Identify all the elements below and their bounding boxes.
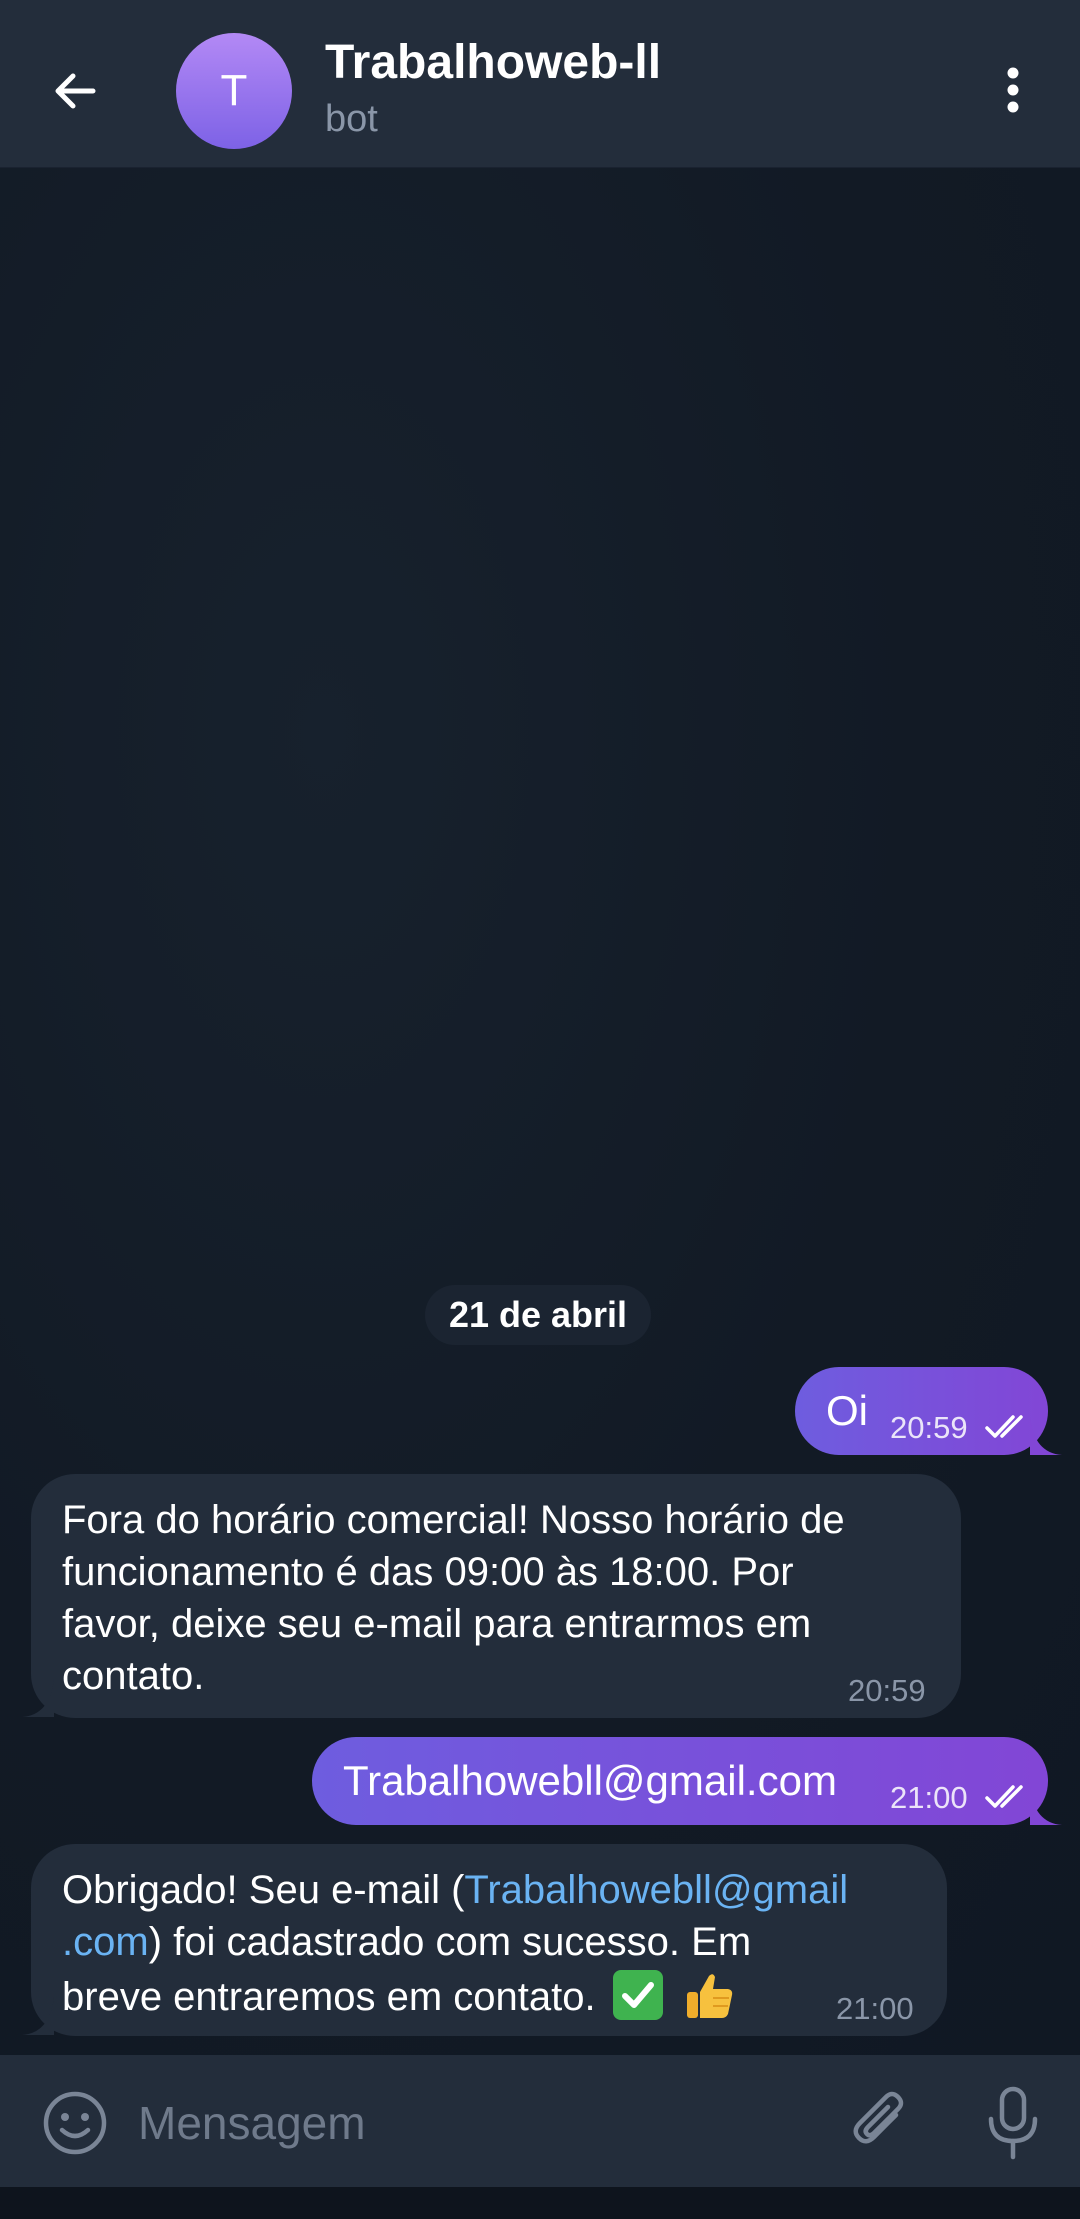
- bubble-tail: [22, 1997, 54, 2035]
- more-vertical-icon: [1007, 67, 1019, 113]
- message-time: 20:59: [848, 1673, 926, 1708]
- bubble-tail: [22, 1679, 54, 1717]
- back-arrow-icon: [55, 73, 96, 109]
- avatar-letter: T: [220, 66, 248, 115]
- bubble-tail: [1030, 1787, 1062, 1825]
- message-text: Fora do horário comercial! Nosso horário…: [62, 1494, 942, 1702]
- date-label: 21 de abril: [448, 1294, 628, 1335]
- chat-title[interactable]: Trabalhoweb-ll: [325, 35, 661, 90]
- message-line: Obrigado! Seu e-mail (Trabalhowebll@gmai…: [62, 1864, 942, 1916]
- message-line: funcionamento é das 09:00 às 18:00. Por: [62, 1550, 794, 1594]
- read-double-check-icon: [985, 1785, 1023, 1808]
- message-input[interactable]: [138, 2090, 798, 2156]
- microphone-icon: [988, 2086, 1038, 2160]
- microphone-button[interactable]: [980, 2085, 1046, 2161]
- message-text-suffix: ) foi cadastrado com sucesso. Em: [148, 1920, 752, 1964]
- back-button[interactable]: [40, 51, 110, 131]
- message-time: 20:59: [890, 1410, 968, 1445]
- message-line: contato.: [62, 1654, 205, 1698]
- message-line: .com) foi cadastrado com sucesso. Em: [62, 1916, 942, 1968]
- chat-subtitle: bot: [325, 98, 378, 140]
- message-text-line3: breve entraremos em contato.: [62, 1975, 596, 2019]
- thumbs-up-emoji: [686, 1974, 733, 2018]
- message-line: favor, deixe seu e-mail para entrarmos e…: [62, 1602, 812, 1646]
- message-line: Fora do horário comercial! Nosso horário…: [62, 1498, 845, 1542]
- message-text: Trabalhowebll@gmail.com: [343, 1757, 837, 1804]
- emoji-button[interactable]: [40, 2088, 110, 2158]
- message-text: Oi: [826, 1387, 868, 1434]
- email-link-continuation[interactable]: .com: [62, 1920, 149, 1964]
- chat-header: T Trabalhoweb-ll bot: [0, 0, 1080, 168]
- message-line: breve entraremos em contato.: [62, 1968, 942, 2023]
- date-separator: 21 de abril: [425, 1285, 651, 1345]
- more-options-button[interactable]: [985, 50, 1041, 130]
- read-double-check-icon: [985, 1415, 1023, 1438]
- bubble-tail: [1030, 1417, 1062, 1455]
- chat-avatar[interactable]: T: [176, 33, 292, 149]
- attach-icon: [853, 2091, 904, 2144]
- attach-button[interactable]: [848, 2085, 914, 2161]
- message-time: 21:00: [836, 1991, 914, 2026]
- emoji-icon: [43, 2091, 107, 2155]
- message-text: Obrigado! Seu e-mail (Trabalhowebll@gmai…: [62, 1864, 942, 2023]
- check-mark-button-emoji: [612, 1970, 663, 2020]
- message-time: 21:00: [890, 1780, 968, 1815]
- navigation-bar-area: [0, 2187, 1080, 2219]
- message-text-prefix: Obrigado! Seu e-mail (: [62, 1868, 465, 1912]
- email-link[interactable]: Trabalhowebll@gmail: [464, 1868, 848, 1912]
